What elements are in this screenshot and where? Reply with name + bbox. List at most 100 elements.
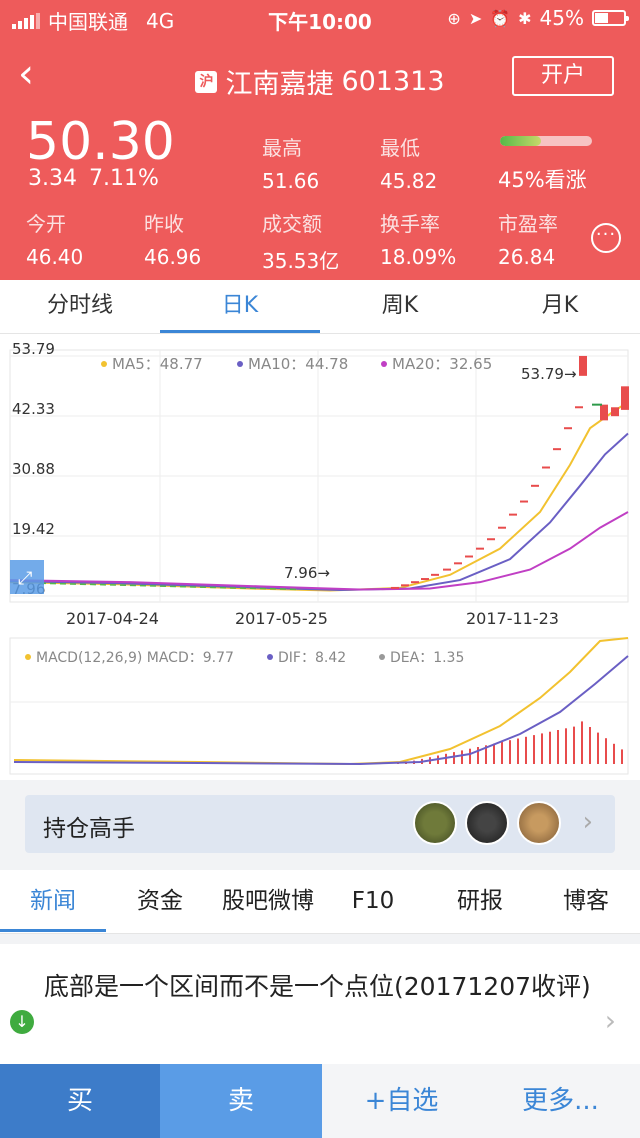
max-marker: 53.79→ bbox=[521, 365, 577, 383]
bottom-bar: 买 卖 +自选 更多... bbox=[0, 1064, 640, 1138]
tab-timeshare[interactable]: 分时线 bbox=[0, 280, 160, 333]
low-label: 最低 bbox=[380, 136, 420, 160]
sentiment-bar bbox=[500, 136, 592, 146]
candle-body bbox=[600, 404, 608, 421]
open-label: 今开 bbox=[26, 212, 66, 236]
x-tick-label: 2017-04-24 bbox=[66, 609, 159, 628]
prev-close-value: 46.96 bbox=[144, 245, 202, 269]
more-quote-icon[interactable]: ··· bbox=[591, 223, 621, 253]
turnover-stat: 成交额 35.53亿 bbox=[262, 208, 339, 274]
turnover-rate-stat: 换手率 18.09% bbox=[380, 208, 456, 269]
sentiment-text[interactable]: 45%看涨 bbox=[498, 164, 587, 194]
legend-dot bbox=[381, 361, 387, 367]
tab-forum[interactable]: 股吧微博 bbox=[210, 870, 326, 932]
macd-legend-item: MACD(12,26,9) MACD：9.77 bbox=[36, 650, 234, 666]
candle-body bbox=[611, 407, 619, 417]
ma5-line bbox=[9, 401, 629, 592]
tab-news[interactable]: 新闻 bbox=[0, 870, 106, 932]
prev-close-stat: 昨收 46.96 bbox=[144, 208, 201, 269]
tab-funds[interactable]: 资金 bbox=[112, 870, 208, 932]
tab-blog[interactable]: 博客 bbox=[536, 870, 636, 932]
bluetooth-icon: ✱ bbox=[518, 8, 532, 28]
open-account-button[interactable]: 开户 bbox=[512, 56, 614, 96]
legend-dot bbox=[101, 361, 107, 367]
chevron-right-icon: › bbox=[582, 807, 593, 837]
y-tick-label: 30.88 bbox=[12, 460, 55, 478]
candle-body bbox=[579, 355, 587, 376]
status-right: ⊕ ➤ ⏰ ✱ 45% bbox=[447, 6, 629, 30]
sell-button[interactable]: 卖 bbox=[160, 1064, 322, 1138]
x-tick-label: 2017-05-25 bbox=[235, 609, 328, 628]
prev-close-label: 昨收 bbox=[144, 212, 184, 236]
pe-value: 26.84 bbox=[498, 245, 556, 269]
low-stat: 最低 45.82 bbox=[380, 132, 437, 193]
turnover-label: 成交额 bbox=[262, 212, 322, 236]
high-value: 51.66 bbox=[262, 169, 320, 193]
tab-research[interactable]: 研报 bbox=[430, 870, 530, 932]
current-price: 50.30 bbox=[26, 112, 175, 172]
stock-name: 江南嘉捷 bbox=[225, 69, 334, 100]
tab-daily-k[interactable]: 日K bbox=[160, 280, 320, 333]
legend-dot bbox=[237, 361, 243, 367]
low-value: 45.82 bbox=[380, 169, 438, 193]
open-value: 46.40 bbox=[26, 245, 84, 269]
y-tick-label: 19.42 bbox=[12, 520, 55, 538]
min-marker: 7.96→ bbox=[284, 564, 330, 582]
legend-ma5: MA5：48.77 bbox=[112, 355, 203, 373]
turnover-rate-label: 换手率 bbox=[380, 212, 440, 236]
tab-weekly-k[interactable]: 周K bbox=[320, 280, 480, 333]
y-tick-label: 42.33 bbox=[12, 400, 55, 418]
legend-ma20: MA20：32.65 bbox=[392, 355, 492, 373]
download-icon: ↓ bbox=[10, 1010, 34, 1034]
expand-arrow-icon: ⤢ bbox=[18, 568, 33, 589]
add-watchlist-button[interactable]: +自选 bbox=[322, 1064, 481, 1138]
high-stat: 最高 51.66 bbox=[262, 132, 319, 193]
quote-header: 中国联通 4G 下午10:00 ⊕ ➤ ⏰ ✱ 45% ‹ 沪 江南嘉捷 601… bbox=[0, 0, 640, 280]
avatar-1[interactable] bbox=[413, 801, 457, 845]
turnover-value: 35.53亿 bbox=[262, 249, 340, 273]
market-badge: 沪 bbox=[195, 70, 218, 93]
status-bar: 中国联通 4G 下午10:00 ⊕ ➤ ⏰ ✱ 45% bbox=[0, 0, 640, 36]
y-tick-label: 53.79 bbox=[12, 340, 55, 358]
change-percent: 7.11% bbox=[88, 166, 159, 191]
lock-rotation-icon: ⊕ bbox=[447, 8, 461, 28]
news-item[interactable]: ↓ 底部是一个区间而不是一个点位(20171207收评) › bbox=[0, 944, 640, 1074]
alarm-icon: ⏰ bbox=[490, 8, 511, 28]
high-label: 最高 bbox=[262, 136, 302, 160]
avatar-3[interactable] bbox=[517, 801, 561, 845]
macd-legend-dot bbox=[379, 654, 385, 660]
nav-bar: ‹ 沪 江南嘉捷 601313 开户 bbox=[0, 46, 640, 106]
battery-fill bbox=[595, 13, 608, 23]
avatar-2[interactable] bbox=[465, 801, 509, 845]
chart-canvas[interactable]: 53.7942.3330.8819.427.962017-04-242017-0… bbox=[0, 334, 640, 780]
holders-label: 持仓高手 bbox=[43, 816, 135, 842]
tab-monthly-k[interactable]: 月K bbox=[480, 280, 640, 333]
turnover-rate-value: 18.09% bbox=[380, 245, 457, 269]
battery-percent: 45% bbox=[539, 6, 584, 30]
holders-row[interactable]: 持仓高手 › bbox=[25, 795, 615, 853]
tab-f10[interactable]: F10 bbox=[330, 870, 416, 932]
chart-tabs: 分时线 日K 周K 月K bbox=[0, 280, 640, 334]
location-icon: ➤ bbox=[468, 8, 483, 28]
battery-icon bbox=[592, 10, 629, 26]
price-change: 3.34 7.11% bbox=[28, 166, 159, 191]
change-amount: 3.34 bbox=[28, 166, 77, 191]
stock-code: 601313 bbox=[341, 66, 445, 97]
pe-stat: 市盈率 26.84 bbox=[498, 208, 558, 269]
buy-button[interactable]: 买 bbox=[0, 1064, 160, 1138]
x-tick-label: 2017-11-23 bbox=[466, 609, 559, 628]
news-headline[interactable]: 底部是一个区间而不是一个点位(20171207收评) bbox=[44, 966, 594, 1008]
macd-legend-dot bbox=[25, 654, 31, 660]
kline-chart[interactable]: 53.7942.3330.8819.427.962017-04-242017-0… bbox=[0, 334, 640, 780]
macd-legend-dot bbox=[267, 654, 273, 660]
open-stat: 今开 46.40 bbox=[26, 208, 83, 269]
macd-dea-line bbox=[13, 655, 629, 766]
legend-ma10: MA10：44.78 bbox=[248, 355, 348, 373]
news-tabs: 新闻 资金 股吧微博 F10 研报 博客 bbox=[0, 870, 640, 934]
macd-legend-item: DEA：1.35 bbox=[390, 650, 464, 666]
macd-legend-item: DIF：8.42 bbox=[278, 650, 346, 666]
candle-body bbox=[621, 386, 629, 410]
sentiment-fill bbox=[500, 136, 542, 146]
more-button[interactable]: 更多... bbox=[481, 1064, 640, 1138]
pe-label: 市盈率 bbox=[498, 212, 558, 236]
